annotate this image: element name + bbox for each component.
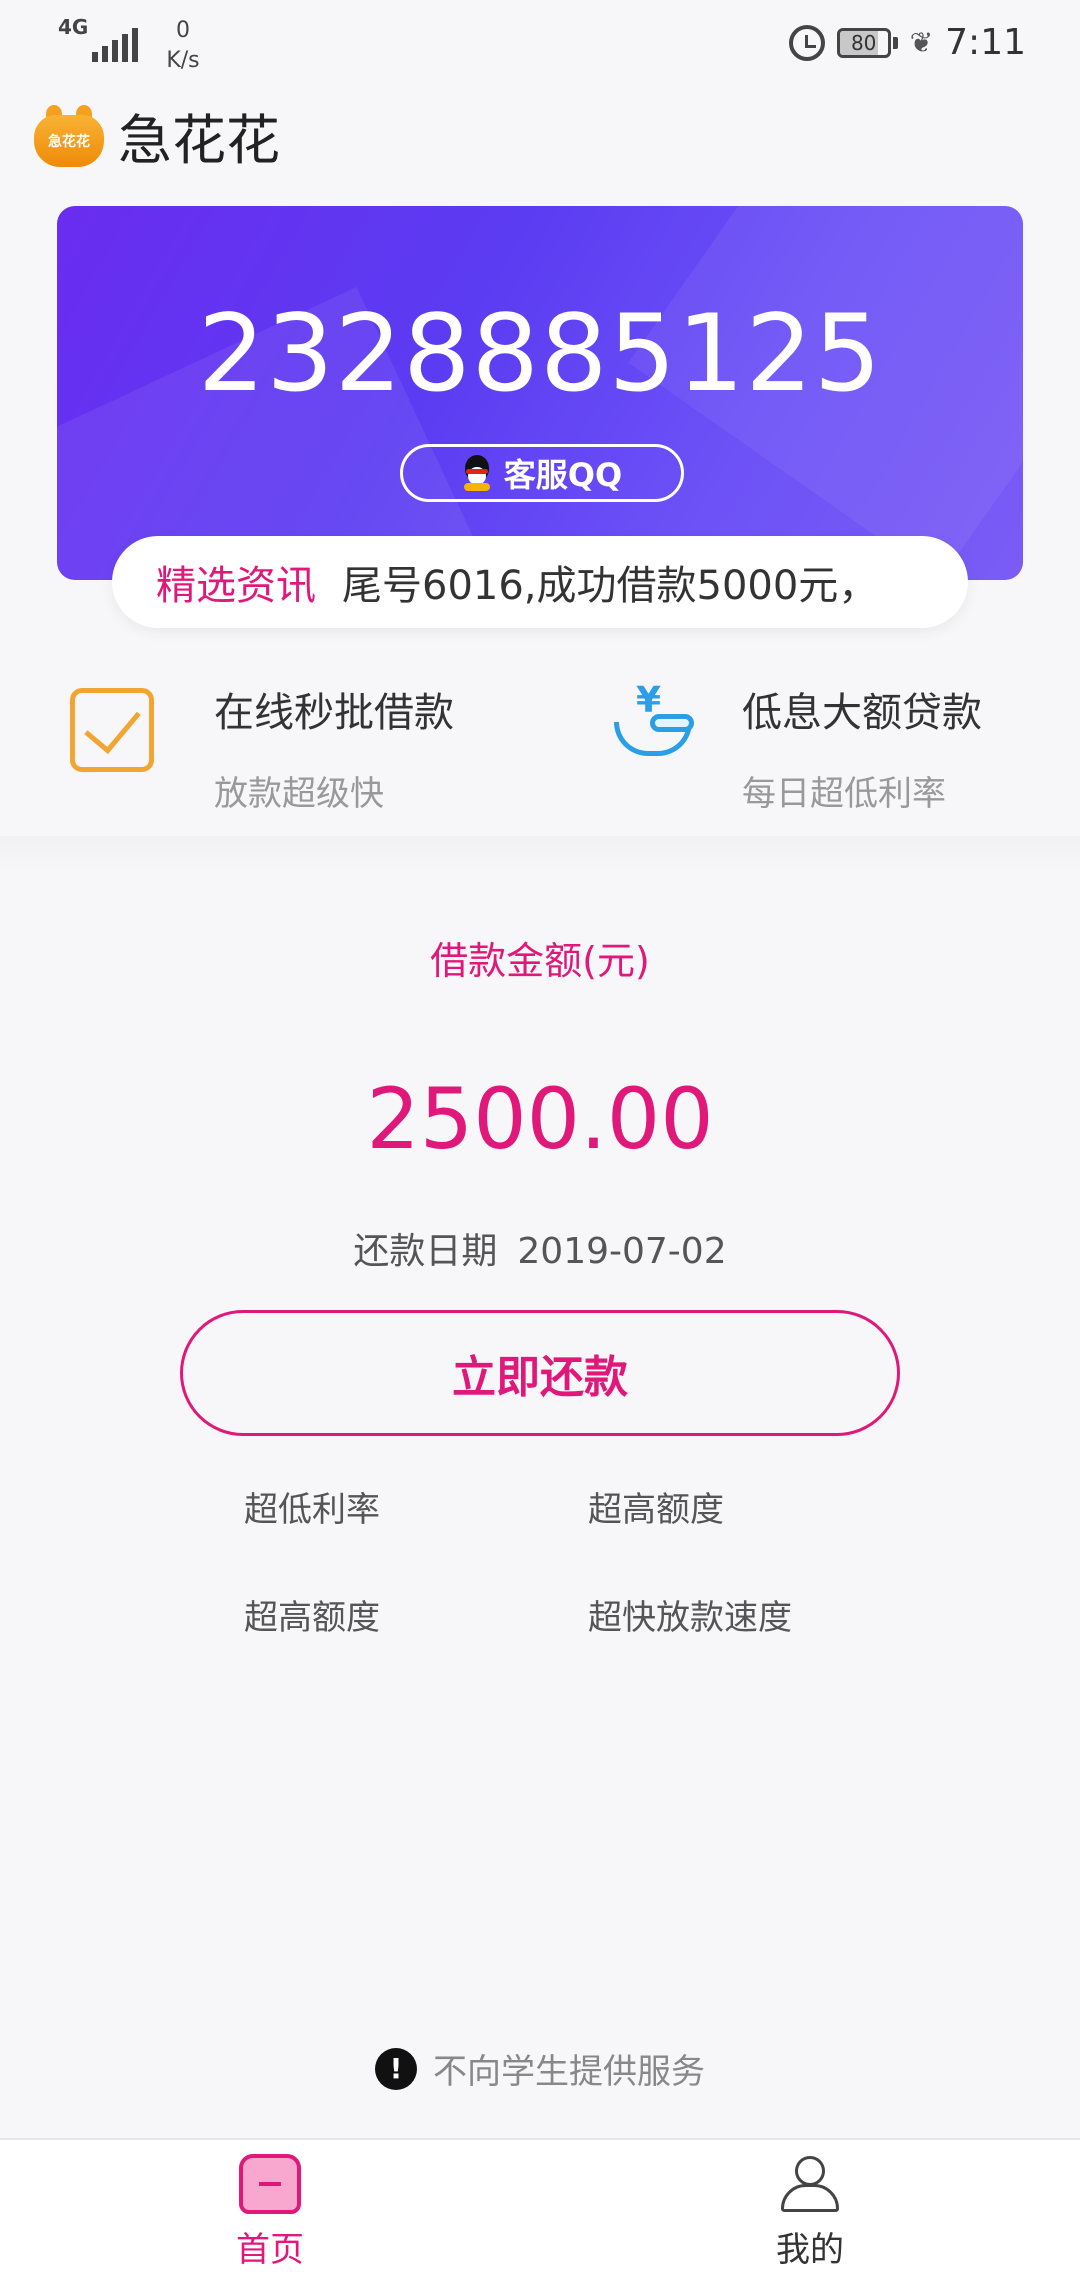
qq-button-label: 客服QQ: [503, 456, 623, 494]
loan-amount-label: 借款金额(元): [430, 939, 650, 983]
perk-item: 超高额度: [588, 1490, 724, 1530]
repay-now-button[interactable]: 立即还款: [180, 1310, 900, 1436]
qq-penguin-icon: [462, 455, 492, 491]
network-speed-value: 0: [176, 18, 190, 43]
news-ticker[interactable]: 精选资讯 尾号6016,成功借款5000元，: [112, 536, 968, 628]
signal-icon: [92, 26, 139, 62]
alarm-icon: [788, 24, 825, 61]
checkbox-icon: [70, 688, 154, 772]
battery-body: 80: [836, 27, 891, 58]
feature-subtitle: 每日超低利率: [742, 774, 946, 814]
app-logo: 急花花: [34, 104, 104, 167]
perk-item: 超高额度: [244, 1598, 380, 1638]
yen-hand-icon: ¥: [610, 680, 696, 770]
leaf-icon: ❦: [909, 26, 934, 59]
perk-item: 超低利率: [244, 1490, 380, 1530]
feature-low-interest: ¥ 低息大额贷款 每日超低利率: [610, 680, 982, 815]
tab-mine-label: 我的: [776, 2230, 844, 2270]
user-icon: [779, 2154, 841, 2214]
feature-online-approval: 在线秒批借款 放款超级快: [70, 680, 454, 815]
network-speed-unit: K/s: [166, 48, 200, 73]
battery-cap: [892, 36, 898, 49]
customer-service-qq-button[interactable]: 客服QQ: [400, 444, 684, 502]
feature-title: 低息大额贷款: [742, 690, 982, 736]
feature-subtitle: 放款超级快: [214, 774, 384, 814]
app-title: 急花花: [118, 109, 280, 172]
logo-badge: 急花花: [34, 114, 104, 167]
network-speed: 0 K/s: [166, 16, 199, 76]
feature-texts: 低息大额贷款 每日超低利率: [742, 680, 982, 815]
app-header: 急花花 急花花: [34, 96, 280, 175]
loan-amount-value: 2500.00: [366, 1070, 714, 1168]
section-divider: [0, 836, 1080, 872]
home-icon: [239, 2154, 301, 2214]
network-type: 4G: [58, 15, 89, 39]
service-qq-number: 2328885125: [197, 292, 883, 415]
status-bar: 4G 0 K/s 80 ❦ 7:11: [0, 0, 1080, 90]
repay-date-label: 还款日期: [353, 1231, 498, 1272]
clock: 7:11: [945, 22, 1026, 63]
battery-level: 80: [850, 30, 877, 55]
tab-home-label: 首页: [236, 2230, 304, 2270]
feature-texts: 在线秒批借款 放款超级快: [214, 680, 454, 815]
tab-mine[interactable]: 我的: [710, 2154, 910, 2271]
status-right: 80 ❦ 7:11: [788, 22, 1026, 63]
news-label: 精选资讯: [156, 563, 316, 609]
status-left: 4G 0 K/s: [58, 16, 200, 76]
notice-text: 不向学生提供服务: [433, 2052, 705, 2092]
bottom-tab-bar: 首页 我的: [0, 2138, 1080, 2280]
news-text: 尾号6016,成功借款5000元，: [342, 563, 879, 609]
perk-item: 超快放款速度: [588, 1598, 792, 1638]
exclamation-icon: !: [375, 2047, 417, 2090]
repay-date: 还款日期 2019-07-02: [0, 1222, 1080, 1274]
service-banner: 2328885125 客服QQ: [57, 206, 1023, 580]
student-notice: ! 不向学生提供服务: [0, 2044, 1080, 2093]
battery-icon: 80: [836, 27, 898, 58]
feature-title: 在线秒批借款: [214, 690, 454, 736]
tab-home[interactable]: 首页: [170, 2154, 370, 2271]
repay-date-value: 2019-07-02: [517, 1231, 727, 1272]
